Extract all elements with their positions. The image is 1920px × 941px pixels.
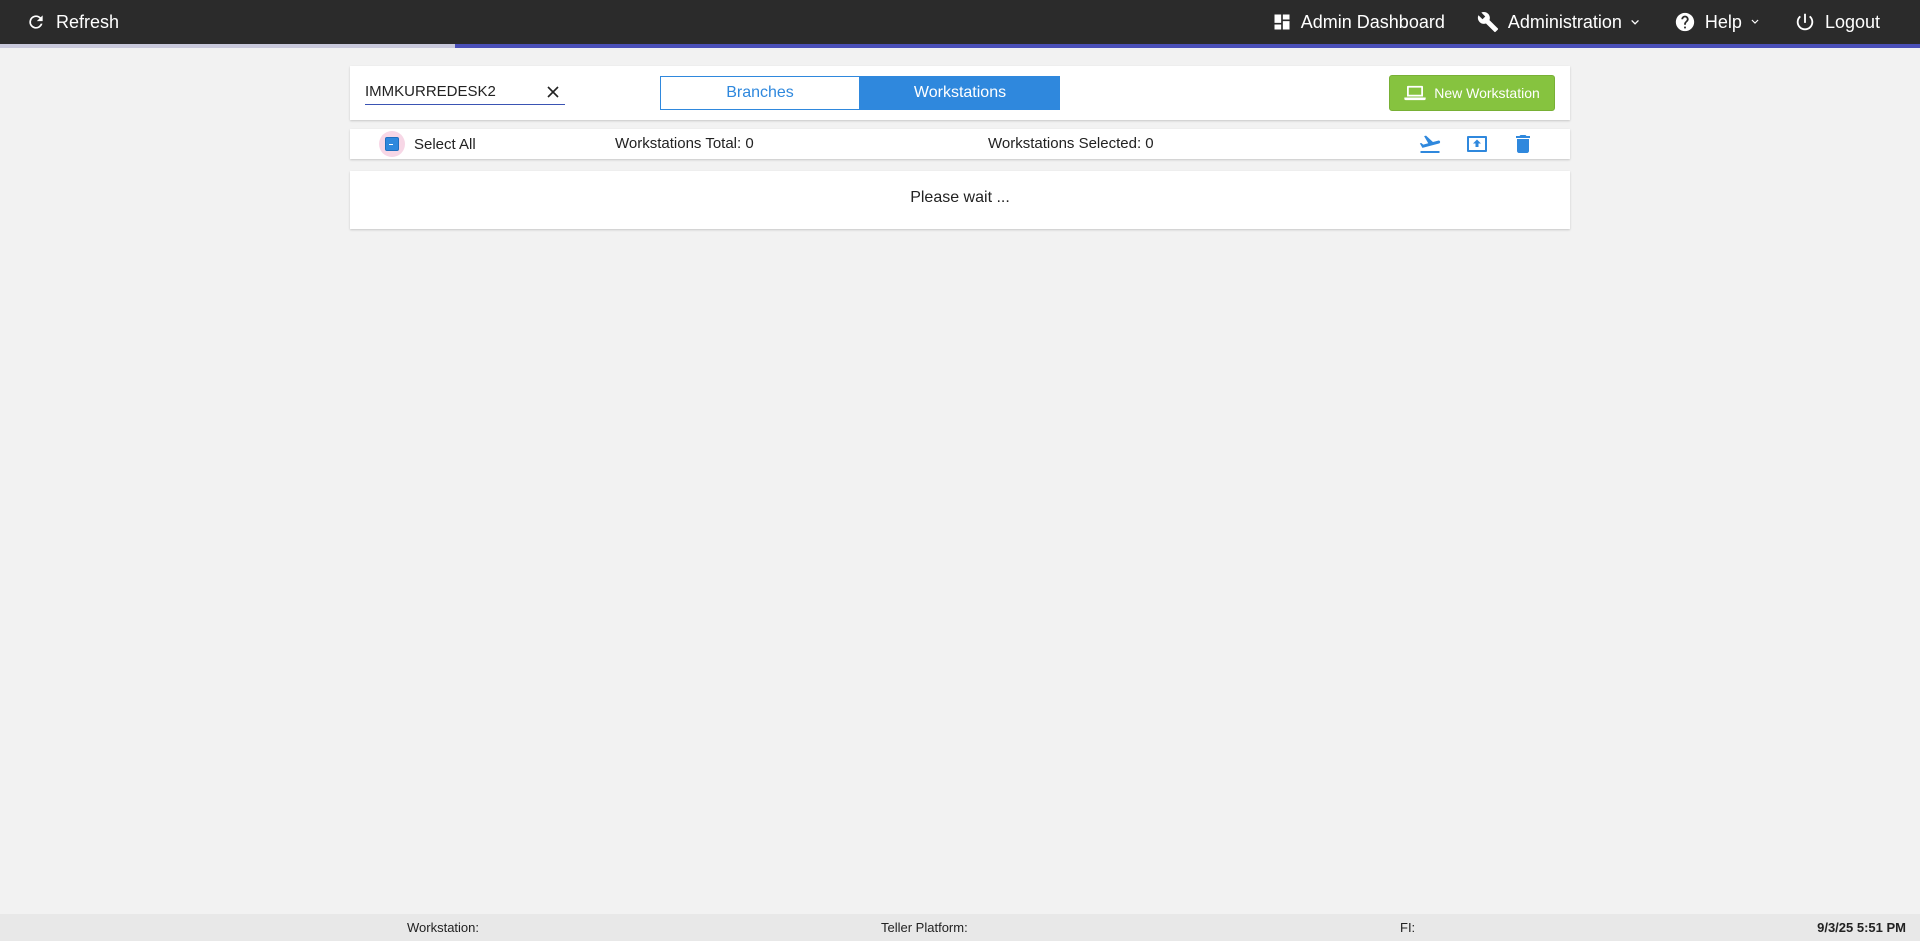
- chevron-down-icon: [1631, 19, 1639, 25]
- new-workstation-button[interactable]: New Workstation: [1389, 75, 1555, 111]
- chevron-down-icon: [1751, 19, 1759, 24]
- logout-button[interactable]: Logout: [1794, 0, 1880, 44]
- select-all-checkbox-focus: [379, 131, 405, 157]
- top-navigation-bar: Refresh Admin Dashboard Administration H…: [0, 0, 1920, 44]
- dashboard-grid-icon: [1274, 14, 1290, 30]
- workstations-total: Workstations Total: 0: [615, 135, 754, 152]
- administration-menu[interactable]: Administration: [1477, 0, 1642, 44]
- status-footer: Workstation: Teller Platform: FI: 9/3/25…: [0, 914, 1920, 941]
- tab-workstations[interactable]: Workstations: [860, 76, 1060, 110]
- upload-box-icon: [1467, 136, 1487, 152]
- search-input[interactable]: [365, 79, 541, 103]
- laptop-icon: [1404, 85, 1426, 101]
- tab-branches-label: Branches: [726, 84, 794, 101]
- power-icon: [1796, 13, 1814, 31]
- upload-action-button[interactable]: [1465, 132, 1489, 156]
- logout-label: Logout: [1824, 11, 1880, 32]
- refresh-icon: [29, 15, 43, 29]
- admin-dashboard-link[interactable]: Admin Dashboard: [1272, 0, 1445, 44]
- refresh-label: Refresh: [56, 11, 120, 32]
- admin-dashboard-label: Admin Dashboard: [1300, 11, 1445, 32]
- loading-message: Please wait ...: [910, 189, 1010, 206]
- tab-workstations-label: Workstations: [913, 84, 1007, 101]
- footer-workstation: Workstation:: [407, 920, 480, 935]
- wrench-icon: [1477, 12, 1498, 33]
- workstations-selected: Workstations Selected: 0: [988, 135, 1154, 152]
- selection-bar: Select All Workstations Total: 0 Worksta…: [350, 129, 1570, 159]
- help-menu[interactable]: Help: [1674, 0, 1762, 44]
- footer-datetime: 9/3/25 5:51 PM: [1817, 920, 1906, 935]
- right-navigation: Admin Dashboard Administration Help Logo…: [1240, 0, 1880, 44]
- select-all-checkbox[interactable]: [385, 137, 399, 151]
- view-toggle: Branches Workstations: [660, 76, 1060, 110]
- tab-branches[interactable]: Branches: [660, 76, 860, 110]
- help-label: Help: [1704, 11, 1742, 32]
- footer-fi: FI:: [1400, 920, 1416, 935]
- select-all-label[interactable]: Select All: [414, 136, 476, 153]
- loading-progress-bar: [0, 44, 1920, 48]
- administration-label: Administration: [1507, 11, 1622, 32]
- delete-action-button[interactable]: [1511, 132, 1535, 156]
- airplane-takeoff-icon: [1419, 135, 1441, 153]
- depart-action-button[interactable]: [1418, 132, 1442, 156]
- close-icon[interactable]: [547, 86, 559, 98]
- footer-teller-platform: Teller Platform:: [881, 920, 968, 935]
- question-circle-icon: [1675, 12, 1695, 32]
- refresh-button[interactable]: Refresh: [26, 0, 119, 44]
- trash-icon: [1516, 135, 1530, 153]
- search-field: [365, 79, 565, 105]
- new-workstation-label: New Workstation: [1434, 85, 1540, 101]
- status-panel: Please wait ...: [350, 171, 1570, 229]
- loading-progress-fill: [455, 44, 1920, 48]
- filter-panel: Branches Workstations New Workstation: [350, 66, 1570, 120]
